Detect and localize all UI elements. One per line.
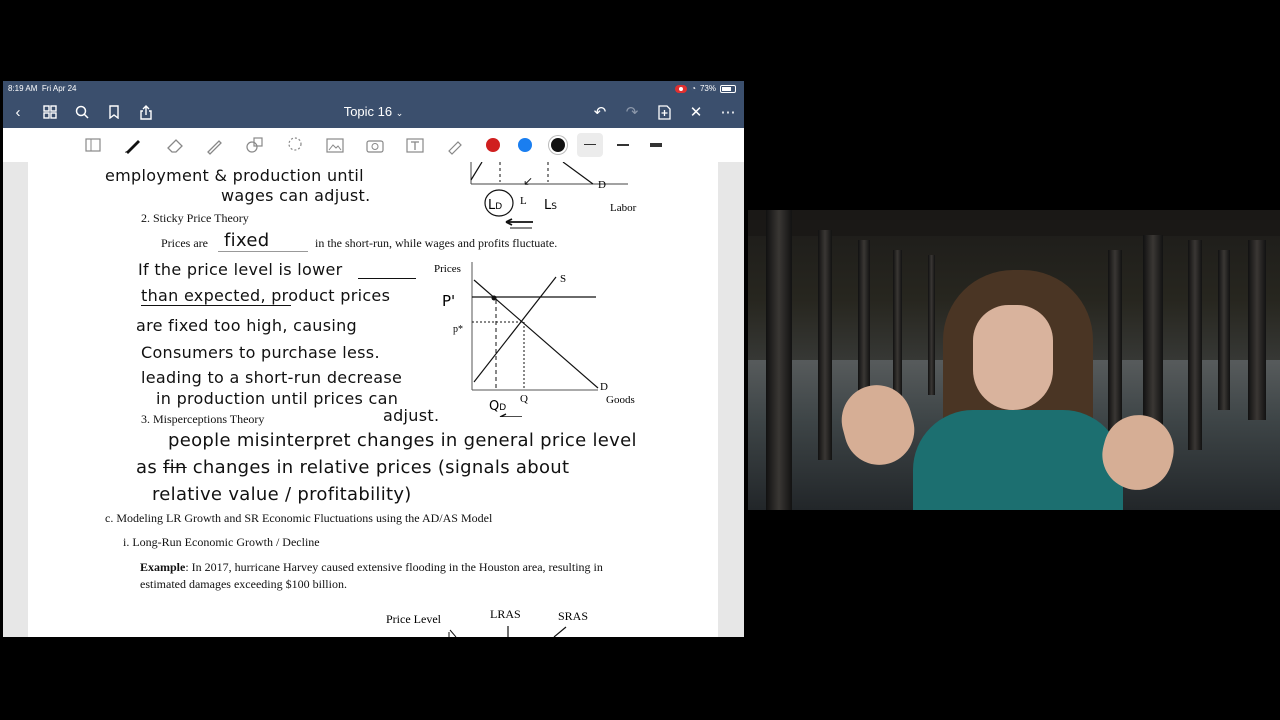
underline-lower	[358, 278, 416, 279]
redo-icon[interactable]: ↷	[622, 102, 642, 122]
image-icon[interactable]	[325, 135, 345, 155]
handwriting-mis-2: as fin changes in relative prices (signa…	[136, 457, 570, 478]
status-time: 8:19 AM Fri Apr 24	[8, 84, 77, 93]
thin-stroke-option[interactable]	[584, 144, 596, 145]
handwriting-wages: wages can adjust.	[221, 186, 371, 205]
demand-label: D	[600, 381, 608, 393]
sidebar-icon[interactable]	[83, 135, 103, 155]
x-axis-label: Labor	[610, 202, 637, 214]
l-label: L	[520, 195, 527, 207]
medium-stroke-option[interactable]	[617, 144, 629, 146]
qd-label: QD	[489, 399, 506, 414]
prices-sentence: in the short-run, while wages and profit…	[315, 236, 558, 250]
handwriting-line-1: If the price level is lower	[138, 260, 343, 279]
highlighter-icon[interactable]	[445, 135, 465, 155]
webcam-video	[748, 210, 1280, 510]
nav-bar: ‹ Topic 16 ⌄ ↶ ↷ ✕ ⋯	[3, 96, 744, 128]
adas-graph: Price Level LRAS SRAS	[386, 607, 588, 637]
shapes-icon[interactable]	[245, 135, 265, 155]
goods-market-graph: Prices S D P' p* Q Goods QD	[434, 262, 635, 417]
more-icon[interactable]: ⋯	[718, 102, 738, 122]
y-axis-label: Price Level	[386, 612, 442, 626]
blue-color-swatch[interactable]	[518, 138, 532, 152]
presenter-face	[973, 305, 1053, 410]
pencil-icon[interactable]	[205, 135, 225, 155]
example-line-1: Example: In 2017, hurricane Harvey cause…	[140, 560, 603, 574]
supply-curve	[473, 276, 557, 383]
sras-label: SRAS	[558, 609, 588, 623]
handwriting-line-2: than expected, product prices	[141, 286, 391, 305]
p-star-label: p*	[453, 324, 463, 335]
item-misperceptions: 3. Misperceptions Theory	[141, 412, 265, 426]
handwriting-line-4: Consumers to purchase less.	[141, 343, 380, 362]
handwriting-line-6: in production until prices can	[156, 389, 399, 408]
handwriting-fixed: fixed	[224, 230, 270, 251]
section-c-heading: c. Modeling LR Growth and SR Economic Fl…	[105, 511, 493, 525]
note-page[interactable]: employment & production until wages can …	[28, 162, 718, 637]
handwriting-mis-3: relative value / profitability)	[152, 484, 412, 505]
y-axis-label: Prices	[434, 263, 461, 275]
example-line-2: estimated damages exceeding $100 billion…	[140, 577, 347, 591]
page-area: employment & production until wages can …	[3, 162, 744, 637]
drawing-toolbar	[3, 128, 744, 163]
prices-are-label: Prices are	[161, 236, 208, 250]
wifi-icon: ◔	[691, 84, 696, 93]
item-lr-growth: i. Long-Run Economic Growth / Decline	[123, 535, 320, 549]
item-sticky-price: 2. Sticky Price Theory	[141, 211, 249, 225]
handwriting-mis-1: people misinterpret changes in general p…	[168, 430, 637, 451]
status-bar: 8:19 AM Fri Apr 24 ◔ 73%	[3, 81, 744, 96]
camera-icon[interactable]	[365, 135, 385, 155]
ld-label: LD	[488, 198, 502, 213]
presenter-shirt	[913, 410, 1123, 510]
thick-stroke-option[interactable]	[650, 143, 662, 147]
x-axis-label: Goods	[606, 394, 635, 406]
underline-expected	[141, 305, 291, 306]
d-label: D	[598, 179, 606, 191]
blank-underline	[218, 251, 308, 252]
supply-label: S	[560, 273, 566, 285]
svg-text:↙: ↙	[523, 174, 533, 188]
text-icon[interactable]	[405, 135, 425, 155]
p-prime-label: P'	[442, 292, 455, 310]
handwriting-employment: employment & production until	[105, 166, 364, 185]
battery-icon	[720, 84, 736, 93]
screen-record-icon	[675, 84, 688, 93]
q-label: Q	[520, 393, 528, 405]
eraser-icon[interactable]	[165, 135, 185, 155]
handwriting-line-5: leading to a short-run decrease	[141, 368, 403, 387]
thin-stroke-selected[interactable]	[577, 133, 603, 157]
ipad-screen: 8:19 AM Fri Apr 24 ◔ 73% ‹ Topic 16 ⌄ ↶ …	[3, 81, 744, 637]
status-right: ◔ 73%	[675, 84, 736, 93]
lras-label: LRAS	[490, 607, 521, 621]
red-color-swatch[interactable]	[486, 138, 500, 152]
black-color-swatch[interactable]	[551, 138, 565, 152]
ls-label: LS	[544, 198, 557, 213]
close-icon[interactable]: ✕	[686, 102, 706, 122]
add-page-icon[interactable]	[654, 102, 674, 122]
handwriting-line-3: are fixed too high, causing	[136, 316, 358, 335]
battery-percent: 73%	[699, 84, 716, 93]
labor-market-graph: ↙ LD L LS D Labor	[470, 162, 637, 229]
lasso-icon[interactable]	[285, 135, 305, 155]
undo-icon[interactable]: ↶	[590, 102, 610, 122]
pen-icon[interactable]	[123, 135, 143, 155]
